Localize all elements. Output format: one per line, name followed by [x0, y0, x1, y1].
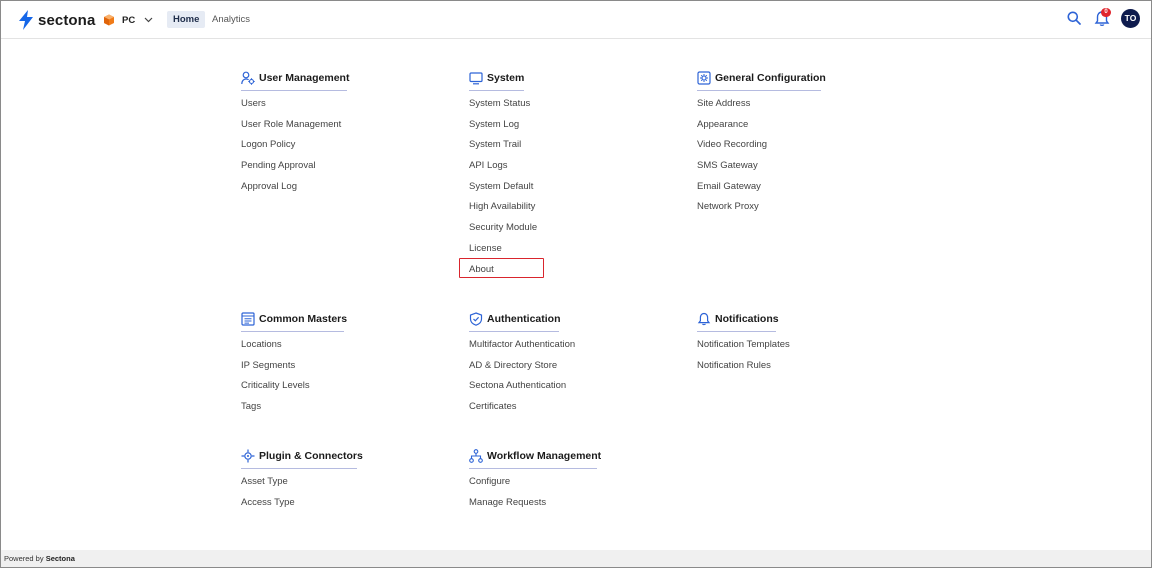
menu-item-notification-rules[interactable]: Notification Rules [697, 359, 776, 380]
menu-item-tags[interactable]: Tags [241, 400, 344, 421]
menu-item-appearance[interactable]: Appearance [697, 118, 821, 139]
menu-item-criticality-levels[interactable]: Criticality Levels [241, 379, 344, 400]
menu-item-sms-gateway[interactable]: SMS Gateway [697, 159, 821, 180]
section-title: Notifications [715, 312, 779, 325]
menu-item-network-proxy[interactable]: Network Proxy [697, 200, 821, 221]
footer-brand: Sectona [45, 554, 75, 563]
section-authentication: Authentication Multifactor Authenticatio… [469, 311, 575, 421]
menu-item-about[interactable]: About [469, 263, 524, 284]
bell-icon [697, 312, 711, 325]
section-system: System System Status System Log System T… [469, 70, 537, 284]
top-navbar: sectona PC Home Analytics 0 TO [1, 1, 1151, 39]
chevron-down-icon [144, 17, 153, 23]
footer-prefix: Powered by [4, 554, 44, 563]
workflow-icon [469, 448, 483, 463]
menu-item-system-log[interactable]: System Log [469, 118, 524, 139]
plugin-icon [241, 449, 255, 462]
menu-item-site-address[interactable]: Site Address [697, 97, 821, 118]
section-notifications: Notifications Notification Templates Not… [697, 311, 790, 380]
menu-item-configure[interactable]: Configure [469, 475, 597, 496]
brand-name: sectona [38, 11, 96, 29]
menu-item-system-default[interactable]: System Default [469, 180, 533, 201]
menu-item-api-logs[interactable]: API Logs [469, 159, 524, 180]
section-title: Workflow Management [487, 449, 602, 462]
tab-analytics[interactable]: Analytics [212, 11, 250, 28]
menu-item-email-gateway[interactable]: Email Gateway [697, 180, 821, 201]
section-divider [697, 331, 776, 332]
section-title: User Management [259, 71, 350, 84]
tab-home[interactable]: Home [167, 11, 206, 28]
bolt-logo-icon [19, 10, 33, 30]
section-plugin-connectors: Plugin & Connectors Asset Type Access Ty… [241, 448, 363, 517]
menu-item-users[interactable]: Users [241, 97, 347, 118]
environment-label: PC [122, 14, 136, 26]
section-divider [469, 331, 559, 332]
menu-item-ad-directory-store[interactable]: AD & Directory Store [469, 359, 559, 380]
user-avatar[interactable]: TO [1121, 9, 1140, 28]
menu-item-multifactor-authentication[interactable]: Multifactor Authentication [469, 338, 575, 359]
menu-item-license[interactable]: License [469, 242, 524, 263]
footer: Powered by Sectona [1, 550, 1151, 567]
user-settings-icon [241, 71, 255, 85]
section-title: Common Masters [259, 312, 348, 325]
menu-item-locations[interactable]: Locations [241, 338, 344, 359]
menu-item-certificates[interactable]: Certificates [469, 400, 559, 421]
menu-item-asset-type[interactable]: Asset Type [241, 475, 357, 496]
menu-item-security-module[interactable]: Security Module [469, 221, 537, 242]
list-document-icon [241, 311, 255, 326]
cube-icon [104, 14, 114, 26]
section-common-masters: Common Masters Locations IP Segments Cri… [241, 311, 348, 421]
section-title: General Configuration [715, 71, 826, 84]
section-title: Authentication [487, 312, 561, 325]
menu-item-system-status[interactable]: System Status [469, 97, 530, 118]
monitor-icon [469, 71, 483, 84]
section-divider [241, 90, 347, 91]
section-user-management: User Management Users User Role Manageme… [241, 70, 350, 201]
section-general-configuration: General Configuration Site Address Appea… [697, 70, 826, 221]
shield-check-icon [469, 311, 483, 326]
section-title: System [487, 71, 525, 84]
brand-logo[interactable]: sectona [18, 10, 95, 30]
menu-item-sectona-authentication[interactable]: Sectona Authentication [469, 379, 566, 400]
section-workflow-management: Workflow Management Configure Manage Req… [469, 448, 601, 517]
menu-item-high-availability[interactable]: High Availability [469, 200, 535, 221]
menu-item-system-trail[interactable]: System Trail [469, 138, 524, 159]
menu-item-access-type[interactable]: Access Type [241, 496, 357, 517]
menu-item-approval-log[interactable]: Approval Log [241, 180, 347, 201]
notification-count-badge: 0 [1101, 8, 1111, 17]
menu-item-logon-policy[interactable]: Logon Policy [241, 138, 347, 159]
section-divider [469, 90, 524, 91]
menu-item-ip-segments[interactable]: IP Segments [241, 359, 344, 380]
section-divider [241, 331, 344, 332]
section-divider [697, 90, 821, 91]
menu-item-notification-templates[interactable]: Notification Templates [697, 338, 790, 359]
menu-item-user-role-management[interactable]: User Role Management [241, 118, 347, 139]
menu-item-manage-requests[interactable]: Manage Requests [469, 496, 597, 517]
settings-icon [697, 70, 711, 85]
menu-item-video-recording[interactable]: Video Recording [697, 138, 821, 159]
environment-selector[interactable]: PC [103, 12, 153, 28]
section-divider [469, 468, 597, 469]
search-icon[interactable] [1067, 11, 1081, 25]
menu-item-pending-approval[interactable]: Pending Approval [241, 159, 347, 180]
section-title: Plugin & Connectors [259, 449, 363, 462]
section-divider [241, 468, 357, 469]
